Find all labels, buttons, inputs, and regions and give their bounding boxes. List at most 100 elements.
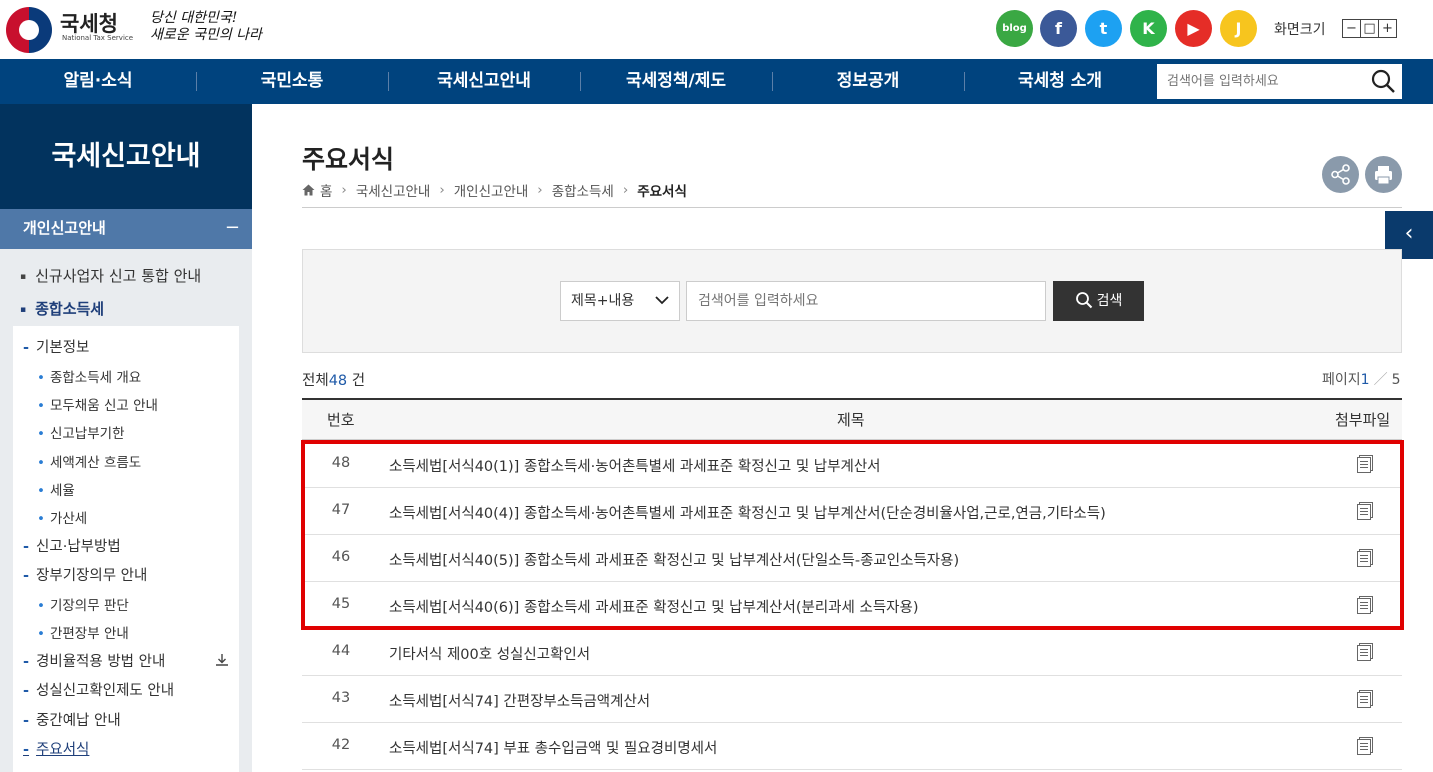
youtube-icon[interactable]: ▶	[1175, 10, 1212, 47]
sidebar-item-level3[interactable]: 신고납부기한	[37, 422, 125, 442]
page-indicator: 페이지1 ／ 5	[1322, 369, 1400, 389]
kakaostory-icon[interactable]: K	[1130, 10, 1167, 47]
table-row[interactable]: 42 소득세법[서식74] 부표 총수입금액 및 필요경비명세서	[302, 723, 1402, 770]
sidebar-item-level2[interactable]: 중간예납 안내	[23, 709, 121, 730]
col-header-number: 번호	[327, 411, 355, 429]
sidebar-item-level1[interactable]: 신규사업자 신고 통합 안내	[20, 265, 201, 286]
attachment-file-icon[interactable]	[1355, 548, 1375, 568]
nav-item-news[interactable]: 알림·소식	[0, 59, 196, 104]
row-title-link[interactable]: 소득세법[서식40(4)] 종합소득세·농어촌특별세 과세표준 확정신고 및 납…	[389, 502, 1106, 523]
row-number: 44	[331, 643, 351, 659]
sidebar-item-level3[interactable]: 가산세	[37, 507, 87, 527]
chevron-right-icon: ›	[622, 182, 629, 198]
row-number: 43	[331, 690, 351, 706]
page-title: 주요서식	[302, 145, 395, 174]
sidebar-title: 국세신고안내	[0, 104, 252, 209]
chevron-right-icon: ›	[537, 182, 543, 198]
slogan: 당신 대한민국! 새로운 국민의 나라	[150, 10, 262, 44]
brand-subtitle: National Tax Service	[62, 34, 134, 42]
board-search-input[interactable]	[686, 281, 1046, 321]
fontsize-controls: − □ +	[1342, 19, 1397, 38]
sidebar-item-level3[interactable]: 모두채움 신고 안내	[37, 394, 158, 414]
table-header: 번호 제목 첨부파일	[302, 398, 1402, 440]
collapse-icon[interactable]: −	[225, 209, 240, 247]
row-title-link[interactable]: 소득세법[서식74] 부표 총수입금액 및 필요경비명세서	[389, 737, 717, 758]
print-icon	[1375, 166, 1392, 185]
row-title-link[interactable]: 소득세법[서식74] 간편장부소득금액계산서	[389, 690, 650, 711]
twitter-icon[interactable]: t	[1085, 10, 1122, 47]
table-row[interactable]: 48 소득세법[서식40(1)] 종합소득세·농어촌특별세 과세표준 확정신고 및…	[302, 441, 1402, 488]
search-type-select[interactable]: 제목+내용	[560, 281, 680, 321]
nav-search-box	[1157, 64, 1402, 99]
sidebar-item-level3[interactable]: 세액계산 흐름도	[37, 451, 141, 471]
fontsize-label: 화면크기	[1274, 22, 1326, 38]
blog-icon[interactable]: blog	[996, 10, 1033, 47]
board-search-button-label: 검색	[1096, 293, 1123, 309]
total-number: 48	[328, 373, 348, 389]
sidebar-item-level2[interactable]: 신고·납부방법	[23, 535, 121, 556]
table-row[interactable]: 46 소득세법[서식40(5)] 종합소득세 과세표준 확정신고 및 납부계산서(…	[302, 535, 1402, 582]
sidebar-item-level2[interactable]: 주요서식	[23, 738, 89, 759]
sidebar-item-level2[interactable]: 기본정보	[23, 336, 89, 357]
attachment-file-icon[interactable]	[1355, 454, 1375, 474]
sidebar-item-level2[interactable]: 장부기장의무 안내	[23, 564, 147, 585]
sidebar-category[interactable]: 개인신고안내 −	[0, 209, 252, 249]
nav-search-input[interactable]	[1157, 64, 1357, 99]
share-button[interactable]	[1322, 156, 1359, 193]
chevron-right-icon: ›	[341, 182, 347, 198]
board-search-button[interactable]: 검색	[1053, 281, 1144, 321]
total-count: 전체48 건	[302, 369, 365, 390]
table-row[interactable]: 44 기타서식 제00호 성실신고확인서	[302, 629, 1402, 676]
sidebar-item-level1[interactable]: 종합소득세	[20, 298, 104, 319]
breadcrumb-home[interactable]: 홈	[320, 180, 332, 200]
title-divider	[302, 207, 1402, 208]
sidebar-item-level3[interactable]: 세율	[37, 479, 75, 499]
sidebar-item-level3[interactable]: 간편장부 안내	[37, 622, 129, 642]
row-title-link[interactable]: 소득세법[서식40(6)] 종합소득세 과세표준 확정신고 및 납부계산서(분리…	[389, 596, 919, 617]
attachment-file-icon[interactable]	[1355, 501, 1375, 521]
table-row[interactable]: 43 소득세법[서식74] 간편장부소득금액계산서	[302, 676, 1402, 723]
print-button[interactable]	[1365, 156, 1402, 193]
nav-item-about[interactable]: 국세청 소개	[964, 59, 1156, 104]
attachment-file-icon[interactable]	[1355, 642, 1375, 662]
attachment-file-icon[interactable]	[1355, 736, 1375, 756]
nts-logo-icon[interactable]	[6, 7, 52, 53]
breadcrumb-item[interactable]: 국세신고안내	[356, 180, 431, 200]
sidebar-item-level2[interactable]: 경비율적용 방법 안내	[23, 650, 165, 671]
sidebar-item-level3[interactable]: 종합소득세 개요	[37, 366, 141, 386]
sidebar-item-level3[interactable]: 기장의무 판단	[37, 594, 129, 614]
breadcrumb-item[interactable]: 종합소득세	[552, 180, 614, 200]
row-title-link[interactable]: 기타서식 제00호 성실신고확인서	[389, 643, 590, 664]
table-row[interactable]: 45 소득세법[서식40(6)] 종합소득세 과세표준 확정신고 및 납부계산서(…	[302, 582, 1402, 629]
row-title-link[interactable]: 소득세법[서식40(1)] 종합소득세·농어촌특별세 과세표준 확정신고 및 납…	[389, 455, 881, 476]
fontsize-increase-button[interactable]: +	[1378, 19, 1397, 38]
fontsize-decrease-button[interactable]: −	[1342, 19, 1361, 38]
row-number: 45	[331, 596, 351, 612]
nav-item-policy[interactable]: 국세정책/제도	[580, 59, 772, 104]
col-header-attachment: 첨부파일	[1335, 411, 1391, 429]
nav-item-communication[interactable]: 국민소통	[196, 59, 388, 104]
slogan-line-2: 새로운 국민의 나라	[150, 27, 262, 43]
breadcrumb-current: 주요서식	[637, 184, 687, 200]
page-current: 1	[1360, 372, 1370, 388]
row-title-link[interactable]: 소득세법[서식40(5)] 종합소득세 과세표준 확정신고 및 납부계산서(단일…	[389, 549, 959, 570]
col-header-title: 제목	[837, 411, 865, 429]
breadcrumb-item[interactable]: 개인신고안내	[454, 180, 529, 200]
download-icon[interactable]	[214, 652, 230, 668]
home-icon[interactable]	[302, 184, 315, 196]
fontsize-reset-button[interactable]: □	[1360, 19, 1379, 38]
attachment-file-icon[interactable]	[1355, 689, 1375, 709]
page-separator: ／	[1373, 372, 1388, 388]
table-row[interactable]: 47 소득세법[서식40(4)] 종합소득세·농어촌특별세 과세표준 확정신고 및…	[302, 488, 1402, 535]
share-icon	[1331, 164, 1350, 185]
attachment-file-icon[interactable]	[1355, 595, 1375, 615]
nav-item-disclosure[interactable]: 정보공개	[772, 59, 964, 104]
kakao-icon[interactable]: J	[1220, 10, 1257, 47]
nav-item-tax-filing[interactable]: 국세신고안내	[388, 59, 580, 104]
search-icon[interactable]	[1370, 68, 1396, 94]
top-header: 국세청 National Tax Service 당신 대한민국! 새로운 국민…	[0, 0, 1433, 59]
facebook-icon[interactable]: f	[1040, 10, 1077, 47]
sidebar-item-level2[interactable]: 성실신고확인제도 안내	[23, 679, 174, 700]
search-type-value: 제목+내용	[571, 293, 635, 309]
page-total: 5	[1391, 372, 1401, 388]
